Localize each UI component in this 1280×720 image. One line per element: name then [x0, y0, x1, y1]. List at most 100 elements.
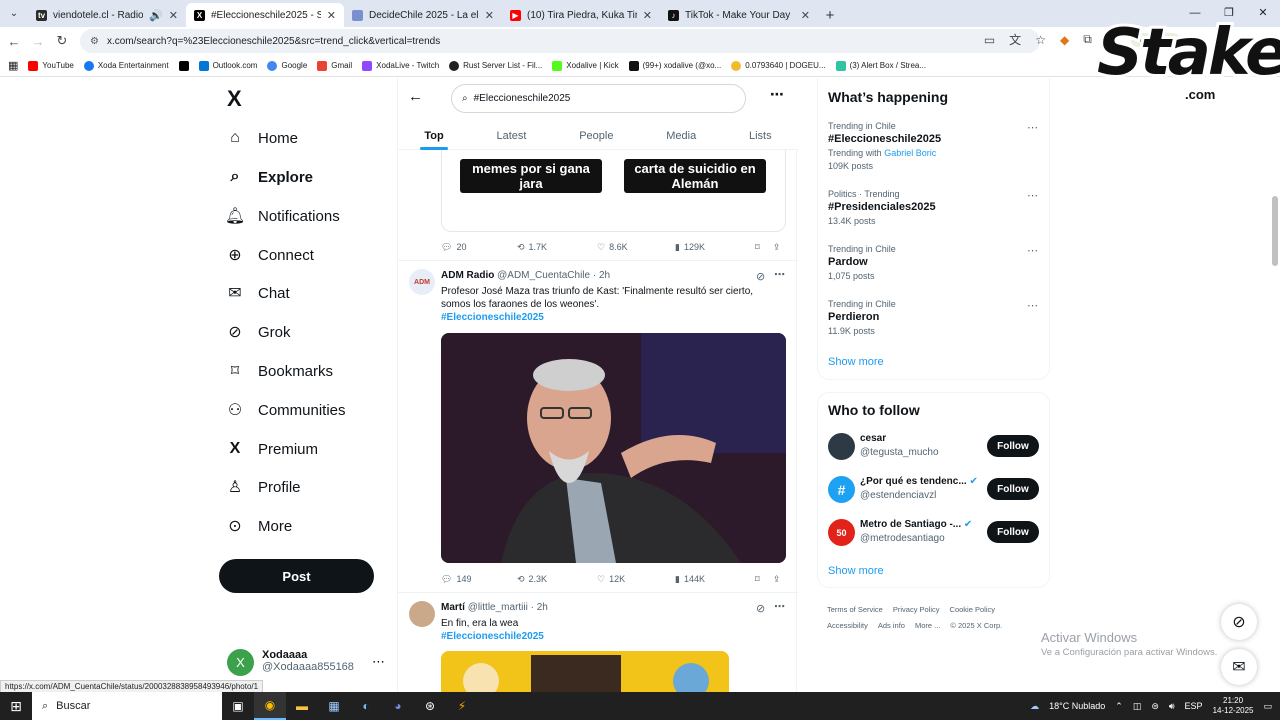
bookmark-item[interactable]: Google — [267, 60, 307, 71]
new-tab-icon[interactable]: + — [818, 3, 842, 27]
speaker-icon[interactable]: 🔊 — [149, 9, 163, 22]
follow-suggestion[interactable]: cesar @tegusta_mucho Follow — [828, 433, 1039, 463]
scrollbar-thumb[interactable] — [1272, 196, 1278, 266]
weather-text[interactable]: 18°C Nublado — [1049, 701, 1105, 711]
footer-link[interactable]: Ads info — [878, 621, 905, 630]
tweet-media[interactable]: memes por si gana jara carta de suicidio… — [441, 150, 786, 232]
tweet-photo[interactable] — [441, 651, 729, 693]
follow-button[interactable]: Follow — [987, 521, 1039, 543]
more-dots-icon[interactable]: ⋯ — [1027, 244, 1038, 257]
notification-icon[interactable]: ▭ — [1263, 701, 1272, 712]
footer-link[interactable]: Accessibility — [827, 621, 868, 630]
chevron-up-icon[interactable]: ⌃ — [1115, 701, 1123, 712]
clock[interactable]: 21:20 14-12-2025 — [1213, 696, 1254, 716]
follow-suggestion[interactable]: 50 Metro de Santiago -... ✔ @metrodesant… — [828, 519, 1039, 549]
follow-button[interactable]: Follow — [987, 478, 1039, 500]
bookmark-item[interactable]: (99+) xodalive (@xo... — [628, 60, 721, 71]
follow-button[interactable]: Follow — [987, 435, 1039, 457]
like-button[interactable]: ♡ 12K — [597, 571, 675, 587]
speaker-icon[interactable]: 🔊︎ — [1169, 701, 1175, 712]
close-tab-icon[interactable]: ✕ — [485, 9, 494, 22]
sidebar-item-explore[interactable]: ⌕ Explore — [226, 163, 314, 191]
bookmark-item[interactable]: Outlook.com — [198, 60, 257, 71]
browser-tab[interactable]: ▶ (10) Tira Piedra, Kuka Tira Piedr ✕ — [502, 3, 660, 27]
sidebar-item-premium[interactable]: X Premium — [226, 435, 318, 463]
share-icon[interactable]: ⇪ — [773, 571, 781, 587]
app-icon[interactable]: ⚡ — [446, 692, 478, 720]
show-more-link[interactable]: Show more — [828, 356, 884, 368]
task-view-icon[interactable]: ▣ — [222, 692, 254, 720]
more-dots-icon[interactable]: ⋯ — [1027, 299, 1038, 312]
network-icon[interactable]: ⊜ — [1151, 701, 1159, 712]
bookmark-item[interactable] — [178, 60, 189, 71]
app-icon[interactable]: ▦ — [318, 692, 350, 720]
app-icon[interactable]: ⊛ — [414, 692, 446, 720]
browser-tab[interactable]: tv viendotele.cl - Radios y can 🔊 ✕ — [28, 3, 186, 27]
bookmark-item[interactable]: Rust Server List - Fil... — [449, 60, 542, 71]
more-dots-icon[interactable]: ⋯ — [1027, 189, 1038, 202]
bookmark-icon[interactable]: ⌑ — [755, 571, 773, 587]
post-button[interactable]: Post — [219, 559, 374, 593]
repost-button[interactable]: ⟲ 2.3K — [517, 571, 597, 587]
sidebar-item-bookmarks[interactable]: ⌑ Bookmarks — [226, 357, 333, 385]
bookmark-item[interactable]: YouTube — [28, 60, 74, 71]
more-dots-icon[interactable]: ⋯ — [774, 268, 785, 281]
bookmark-icon[interactable]: ⌑ — [755, 239, 773, 255]
trend-with-link[interactable]: Gabriel Boric — [884, 148, 936, 158]
tab-top[interactable]: Top — [420, 122, 449, 150]
tab-media[interactable]: Media — [666, 122, 696, 150]
views-button[interactable]: ▮ 129K — [675, 239, 755, 255]
close-tab-icon[interactable]: ✕ — [327, 9, 336, 22]
site-info-icon[interactable]: ⚙ — [90, 36, 99, 47]
search-input[interactable]: ⌕ #Eleccioneschile2025 — [451, 84, 746, 113]
like-button[interactable]: ♡ 8.6K — [597, 239, 675, 255]
close-tab-icon[interactable]: ✕ — [643, 9, 652, 22]
metamask-icon[interactable]: ◆ — [1060, 33, 1069, 47]
tweet-author[interactable]: Martí @little_martiii · 2h — [441, 602, 548, 613]
bookmark-item[interactable]: Gmail — [317, 60, 352, 71]
tab-people[interactable]: People — [579, 122, 613, 150]
more-dots-icon[interactable]: ⋯ — [774, 600, 785, 613]
more-dots-icon[interactable]: ⋯ — [770, 86, 784, 103]
sidebar-item-connect[interactable]: ⊕ Connect — [226, 241, 314, 269]
sidebar-item-notifications[interactable]: 🔔︎ Notifications — [225, 202, 340, 230]
apps-grid-icon[interactable]: ▦ — [8, 59, 18, 72]
avatar[interactable] — [409, 601, 435, 627]
tweet-author[interactable]: ADM Radio @ADM_CuentaChile · 2h — [441, 270, 610, 281]
trend-item[interactable]: Trending in Chile Perdieron 11.9K posts … — [828, 299, 1038, 336]
share-icon[interactable]: ⇪ — [773, 239, 781, 255]
tab-latest[interactable]: Latest — [496, 122, 526, 150]
url-field[interactable]: ⚙ x.com/search?q=%23Eleccioneschile2025&… — [80, 29, 1040, 53]
sidebar-item-more[interactable]: ⊙ More — [226, 512, 292, 540]
account-switcher[interactable]: X Xodaaaa @Xodaaaa855168 ⋯ — [227, 649, 385, 676]
cast-icon[interactable]: ▭ — [984, 33, 995, 47]
close-tab-icon[interactable]: ✕ — [801, 9, 810, 22]
browser-tab-active[interactable]: X #Eleccioneschile2025 - Search ✕ — [186, 3, 344, 27]
repost-button[interactable]: ⟲ 1.7K — [517, 239, 597, 255]
close-tab-icon[interactable]: ✕ — [169, 9, 178, 22]
reply-button[interactable]: 💬︎ 149 — [441, 571, 517, 587]
sidebar-item-profile[interactable]: ♙ Profile — [226, 473, 301, 501]
tab-lists[interactable]: Lists — [749, 122, 772, 150]
forward-arrow-icon[interactable]: → — [26, 34, 50, 49]
back-arrow-icon[interactable]: ← — [408, 88, 423, 105]
hashtag-link[interactable]: #Eleccioneschile2025 — [441, 630, 771, 643]
back-arrow-icon[interactable]: ← — [2, 34, 26, 49]
hashtag-link[interactable]: #Eleccioneschile2025 — [441, 311, 771, 324]
reload-icon[interactable]: ↻ — [50, 33, 74, 49]
footer-link[interactable]: Cookie Policy — [950, 605, 995, 614]
tray-icon[interactable]: ◫ — [1133, 701, 1142, 712]
more-dots-icon[interactable]: ⋯ — [372, 654, 385, 670]
tweet-photo[interactable] — [441, 333, 786, 563]
puzzle-icon[interactable]: ⧉ — [1083, 32, 1092, 47]
trend-item[interactable]: Trending in Chile #Eleccioneschile2025 T… — [828, 121, 1038, 171]
file-explorer-icon[interactable]: ▬ — [286, 692, 318, 720]
views-button[interactable]: ▮ 144K — [675, 571, 755, 587]
trend-item[interactable]: Politics · Trending #Presidenciales2025 … — [828, 189, 1038, 226]
discord-icon[interactable]: ◕ — [382, 692, 414, 720]
browser-tab[interactable]: DecideChile 2025 - La elección ✕ — [344, 3, 502, 27]
taskbar-search[interactable]: ⌕ Buscar — [32, 692, 222, 720]
sidebar-item-chat[interactable]: ✉ Chat — [226, 279, 289, 307]
footer-link[interactable]: More ... — [915, 621, 940, 630]
tab-search-icon[interactable]: ⌄ — [0, 0, 28, 27]
